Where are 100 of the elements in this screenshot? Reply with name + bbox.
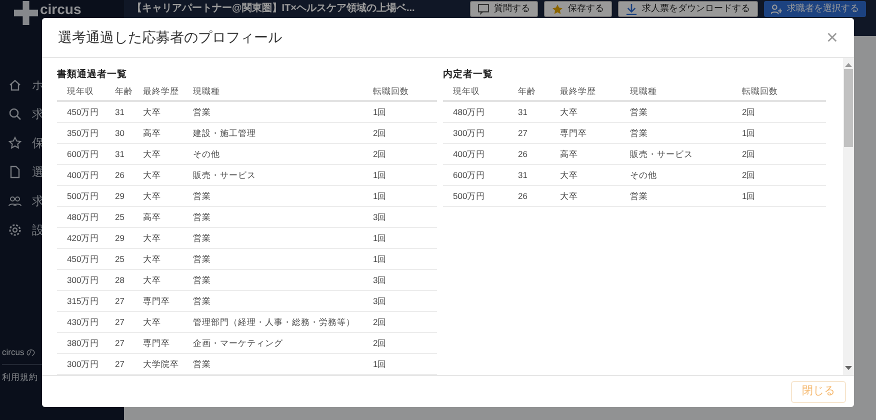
table-cell-text: 営業 [630, 106, 649, 118]
table-cell-text: 500万円 [453, 190, 486, 202]
modal-title: 選考通過した応募者のプロフィール [58, 28, 283, 47]
table-cell-text: 3回 [373, 210, 388, 224]
table-cell-text: 1回 [742, 126, 757, 140]
table-cell-text: 大卒 [143, 106, 162, 118]
header-button[interactable]: 質問する [470, 1, 538, 17]
star-icon[interactable] [8, 136, 22, 150]
table-cell-text: 450万円 [67, 252, 100, 266]
column-header: 年齢 [518, 84, 537, 98]
table-cell-text: 1回 [373, 106, 388, 118]
people-icon[interactable] [8, 194, 22, 208]
table-cell-text: 1回 [373, 358, 388, 370]
table-cell-text: 30 [115, 126, 126, 140]
table-cell-text: 1回 [373, 168, 388, 182]
table-cell-text: 建設・施工管理 [193, 126, 257, 140]
table-cell-text: 1回 [742, 190, 757, 202]
column-header: 現年収 [453, 84, 481, 98]
table-cell-text: 300万円 [67, 274, 100, 286]
column-header: 転職回数 [742, 84, 779, 98]
table-cell-text: 営業 [193, 252, 212, 266]
table-cell-text: 500万円 [67, 190, 100, 202]
table-title: 内定者一覧 [443, 68, 494, 82]
table-cell-text: 販売・サービス [193, 168, 257, 182]
table-cell-text: 27 [115, 316, 126, 328]
table-cell-text: 大卒 [143, 252, 162, 266]
table-cell-text: 31 [518, 168, 528, 182]
table-cell-text: 2回 [373, 316, 388, 328]
table-cell-text: 営業 [193, 210, 212, 224]
table-cell-text: 大学院卒 [143, 358, 180, 370]
column-header: 現年収 [67, 84, 95, 98]
table-cell-text: 420万円 [67, 232, 100, 244]
table-cell-text: 専門卒 [143, 294, 171, 308]
table-cell-text: 2回 [742, 168, 757, 182]
table-cell-text: 25 [115, 210, 126, 224]
header-button[interactable]: 求職者を選択する [764, 1, 866, 17]
close-button[interactable]: × [826, 28, 838, 48]
search-icon[interactable] [8, 107, 22, 121]
logo-icon [14, 1, 38, 25]
scroll-down-icon[interactable] [845, 365, 852, 371]
table-cell-text: 専門卒 [560, 126, 588, 140]
table-cell-text: 3回 [373, 274, 388, 286]
table-cell-text: 300万円 [67, 358, 100, 370]
sidebar-item[interactable]: 選 [32, 163, 44, 181]
add-person-icon [771, 4, 782, 14]
logo-text: circus [40, 1, 82, 17]
table-cell-text: 27 [115, 358, 126, 370]
table-cell-text: 大卒 [143, 168, 162, 182]
table-cell-text: 600万円 [67, 148, 100, 160]
home-icon[interactable] [8, 78, 22, 92]
table-cell-text: 31 [115, 106, 126, 118]
table-cell-text: 管理部門（経理・人事・総務・労務等） [193, 316, 356, 328]
table-cell-text: 大卒 [143, 190, 162, 202]
header-button[interactable]: 求人票をダウンロードする [618, 1, 758, 17]
document-icon[interactable] [8, 165, 22, 179]
settings-icon[interactable] [8, 223, 22, 237]
table-cell-text: 2回 [742, 148, 757, 160]
scrollbar-thumb[interactable] [844, 69, 853, 147]
table-cell-text: 大卒 [560, 106, 579, 118]
scrollbar[interactable] [843, 58, 854, 375]
table-cell-text: 大卒 [143, 316, 162, 328]
table-cell-text: 大卒 [143, 232, 162, 244]
table-cell-text: 営業 [630, 126, 649, 140]
table-cell-text: 31 [115, 148, 126, 160]
table-cell-text: 400万円 [453, 148, 486, 160]
column-header: 最終学歴 [560, 84, 597, 98]
table-cell-text: 26 [518, 148, 528, 160]
table-cell-text: 営業 [193, 274, 212, 286]
table-cell-text: 2回 [373, 148, 388, 160]
table-cell-text: 31 [518, 106, 528, 118]
table-cell-text: 430万円 [67, 316, 100, 328]
table-cell-text: 27 [518, 126, 528, 140]
table-cell-text: 高卒 [560, 148, 579, 160]
table-cell-text: その他 [193, 148, 221, 160]
table-cell-text: 高卒 [143, 126, 162, 140]
column-header: 現職種 [193, 84, 221, 98]
table-cell-text: 380万円 [67, 336, 100, 350]
star-icon [552, 4, 563, 14]
table-cell-text: 26 [115, 168, 126, 182]
table-cell-text: 1回 [373, 190, 388, 202]
header-button[interactable]: 保存する [544, 1, 612, 17]
table-cell-text: 400万円 [67, 168, 100, 182]
job-title: 【キャリアパートナー@関東圏】IT×ヘルスケア領域の上場ベ... [132, 2, 416, 16]
table-cell-text: 営業 [193, 190, 212, 202]
table-cell-text: 450万円 [67, 106, 100, 118]
table-cell-text: 26 [518, 190, 528, 202]
table-cell-text: その他 [630, 168, 658, 182]
table-title: 書類通過者一覧 [57, 68, 128, 82]
column-header: 現職種 [630, 84, 658, 98]
table-cell-text: 専門卒 [143, 336, 171, 350]
table-cell-text: 27 [115, 294, 126, 308]
table-cell-text: 28 [115, 274, 126, 286]
table-cell-text: 大卒 [560, 190, 579, 202]
column-header: 転職回数 [373, 84, 410, 98]
table-cell-text: 29 [115, 190, 126, 202]
table-cell-text: 29 [115, 232, 126, 244]
table-cell-text: 315万円 [67, 294, 100, 308]
table-cell-text: 600万円 [453, 168, 486, 182]
download-icon [626, 4, 637, 14]
table-cell-text: 大卒 [143, 274, 162, 286]
